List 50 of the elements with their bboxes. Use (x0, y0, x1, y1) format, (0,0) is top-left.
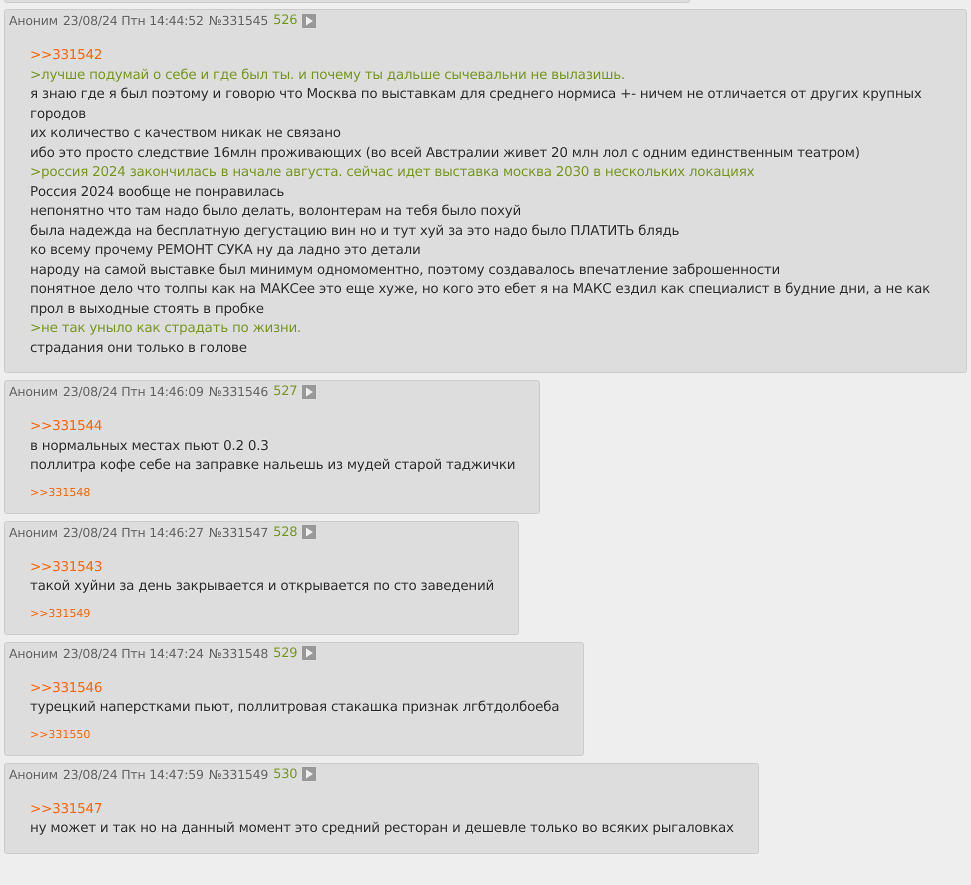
post-text: народу на самой выставке был минимум одномоментно, поэтому создавалось впечатление заброшенности (30, 260, 782, 280)
play-icon[interactable] (302, 14, 316, 28)
author-name: Аноним (9, 384, 58, 399)
author-name: Аноним (9, 524, 58, 540)
post-date: 23/08/24 Птн 14:47:59 (62, 766, 204, 782)
post-number[interactable]: №331545 (208, 13, 268, 28)
post-date: 23/08/24 Птн 14:46:27 (62, 524, 204, 540)
reply-link[interactable]: >>331549 (30, 606, 90, 620)
author-name: Аноним (9, 646, 58, 660)
post-text: их количество с качеством никак не связано (30, 124, 342, 143)
post-text: такой хуйни за день закрывается и открывается по сто заведений (30, 577, 494, 596)
post-number[interactable]: №331547 (208, 524, 268, 540)
post-text: ну может и так но на данный момент это средний ресторан и дешевле только во всяких рыгаловках (30, 819, 734, 838)
reply-link[interactable]: >>331548 (30, 486, 90, 498)
quote-text: >россия 2024 закончилась в начале августа. сейчас идет выставка москва 2030 в нескольких локациях (30, 163, 756, 182)
reply-link[interactable]: >>331547 (30, 800, 734, 819)
author-name: Аноним (9, 13, 58, 28)
play-icon[interactable] (302, 384, 316, 398)
reply-link[interactable]: >>331544 (30, 417, 516, 436)
post-number[interactable]: №331546 (208, 384, 268, 399)
post-index: 527 (273, 384, 298, 399)
reply-link[interactable]: >>331542 (30, 46, 942, 66)
post-text: турецкий наперстками пьют, поллитровая стакашка признак лгбтдолбоеба (30, 698, 560, 717)
post-text: поллитра кофе себе на заправке нальешь из мудей старой таджички (30, 456, 516, 475)
post-date: 23/08/24 Птн 14:46:09 (62, 384, 204, 399)
post-index: 528 (273, 524, 298, 540)
post-number[interactable]: №331548 (208, 646, 268, 660)
post-index: 529 (273, 646, 298, 660)
post-number[interactable]: №331549 (208, 766, 268, 782)
post-index: 530 (273, 766, 298, 782)
author-name: Аноним (9, 766, 58, 782)
post-text: Россия 2024 вообще не понравилась (30, 182, 286, 202)
reply-link[interactable]: >>331550 (30, 728, 90, 740)
post-date: 23/08/24 Птн 14:47:24 (62, 646, 204, 660)
post-text: непонятно что там надо было делать, волонтерам на тебя было похуй (30, 202, 522, 221)
reply-link[interactable]: >>331546 (30, 678, 560, 698)
post-text: понятное дело что толпы как на МАКСее это еще хуже, но кого это ебет я на МАКС ездил как специалист в будние дни, а не как прол в выходные стоять в пробке (30, 280, 932, 318)
reply-link[interactable]: >>331543 (30, 558, 494, 577)
play-icon[interactable] (302, 646, 316, 660)
play-icon[interactable] (302, 525, 316, 539)
quote-text: >не так уныло как страдать по жизни. (30, 319, 302, 338)
post-text: ибо это просто следствие 16млн проживающих (во всей Австралии живет 20 млн лол с одним единственным театром) (30, 144, 861, 162)
post-text: страдания они только в голове (30, 338, 248, 358)
post-text: в нормальных местах пьют 0.2 0.3 (30, 436, 270, 456)
quote-text: >лучше подумай о себе и где был ты. и почему ты дальше сычевальни не вылазишь. (30, 66, 626, 84)
post-text: была надежда на бесплатную дегустацию вин но и тут хуй за это надо было ПЛАТИТЬ блядь (30, 222, 680, 240)
post-index: 526 (273, 13, 298, 28)
play-icon[interactable] (302, 767, 316, 781)
post-text: ко всему прочему РЕМОНТ СУКА ну да ладно это детали (30, 241, 422, 260)
post-date: 23/08/24 Птн 14:44:52 (62, 13, 204, 28)
